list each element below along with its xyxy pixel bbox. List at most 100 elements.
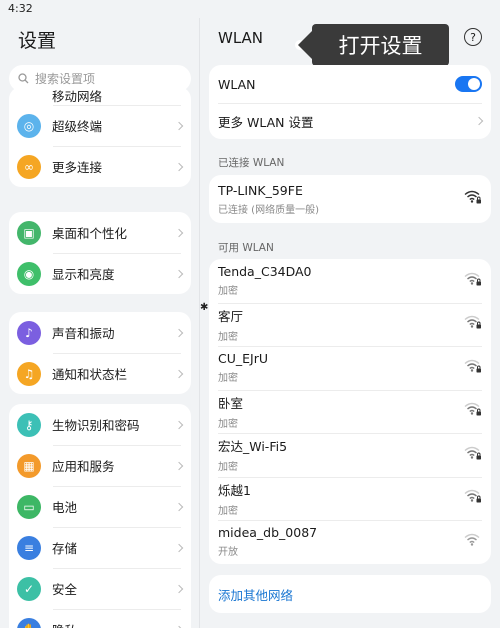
settings-item[interactable]: ✓ 安全 (9, 568, 191, 609)
search-icon (18, 73, 29, 84)
network-security: 加密 (218, 373, 238, 385)
settings-item[interactable]: ≡ 存储 (9, 527, 191, 568)
settings-item[interactable]: ◎ 超级终端 (9, 105, 191, 146)
settings-item[interactable]: ▭ 电池 (9, 486, 191, 527)
network-name: midea_db_0087 (218, 525, 318, 541)
chevron-right-icon (174, 121, 184, 130)
network-item[interactable]: midea_db_0087 开放 (209, 520, 491, 564)
settings-item[interactable]: ▣ 桌面和个性化 (9, 212, 191, 253)
settings-item-label: 移动网络 (52, 89, 103, 104)
settings-group: ♪ 声音和振动 ♫ 通知和状态栏 (9, 312, 191, 394)
more-wlan-settings[interactable]: 更多 WLAN 设置 (209, 103, 491, 139)
wlan-pane: WLAN 打开设置 ? WLAN 更多 WLAN 设置 已连接 WLAN TP-… (200, 18, 500, 628)
network-name: 客厅 (218, 308, 244, 324)
available-network-list: Tenda_C34DA0 加密 客厅 加密 CU_EJrU 加密 卧室 加密 宏达_Wi-Fi5… (209, 259, 491, 564)
chevron-right-icon (174, 228, 184, 237)
privacy-icon: ✋ (17, 617, 41, 628)
network-security: 加密 (218, 462, 238, 474)
network-item[interactable]: 客厅 加密 (209, 302, 491, 347)
chevron-right-icon (174, 369, 184, 378)
network-name: 宏达_Wi-Fi5 (218, 439, 288, 455)
wlan-toggle-row[interactable]: WLAN (209, 65, 491, 103)
settings-item-label: 显示和亮度 (52, 267, 115, 282)
network-item[interactable]: 宏达_Wi-Fi5 加密 (209, 433, 491, 477)
network-item[interactable]: 烁越1 加密 (209, 476, 491, 521)
sound-icon: ♪ (17, 320, 41, 345)
connected-header: 已连接 WLAN (218, 157, 285, 169)
settings-item[interactable]: ⚷ 生物识别和密码 (9, 404, 191, 445)
chevron-right-icon (174, 543, 184, 552)
wifi-lock-icon (464, 446, 482, 463)
network-name: 卧室 (218, 395, 244, 411)
key-icon: ⚷ (17, 412, 41, 437)
connected-card: TP-LINK_59FE 已连接 (网络质量一般) (209, 175, 491, 223)
connected-network-status: 已连接 (网络质量一般) (218, 204, 319, 216)
network-item[interactable]: CU_EJrU 加密 (209, 346, 491, 390)
settings-item-label: 通知和状态栏 (52, 367, 128, 382)
settings-item-label: 电池 (52, 500, 78, 515)
wifi-lock-icon (464, 359, 482, 376)
network-security: 开放 (218, 547, 238, 559)
settings-item-label: 桌面和个性化 (52, 226, 128, 241)
add-network-button[interactable]: 添加其他网络 (209, 575, 491, 613)
shield-icon: ✓ (17, 576, 41, 601)
desktop-icon: ▣ (17, 220, 41, 245)
network-item[interactable]: Tenda_C34DA0 加密 (209, 259, 491, 303)
settings-item[interactable]: ▦ 应用和服务 (9, 445, 191, 486)
chevron-right-icon (174, 502, 184, 511)
network-security: 加密 (218, 331, 238, 343)
chevron-right-icon (174, 461, 184, 470)
wifi-lock-icon (464, 316, 482, 333)
battery-icon: ▭ (17, 494, 41, 519)
available-header: 可用 WLAN (218, 242, 274, 254)
wifi-lock-icon (464, 403, 482, 420)
settings-item-mobile-network[interactable]: 移动网络 (9, 87, 191, 105)
settings-group: 移动网络 ◎ 超级终端 ∞ 更多连接 (9, 87, 191, 187)
wifi-lock-icon (464, 190, 482, 208)
network-security: 加密 (218, 505, 238, 517)
chevron-right-icon (174, 420, 184, 429)
wlan-toggle-card: WLAN 更多 WLAN 设置 (209, 65, 491, 139)
status-bar: 4:32 ✱ 21 (0, 0, 500, 314)
settings-item-label: 更多连接 (52, 160, 103, 175)
network-item[interactable]: 卧室 加密 (209, 389, 491, 434)
eye-icon: ◉ (17, 261, 41, 286)
wlan-switch[interactable] (455, 76, 482, 92)
chevron-right-icon (174, 269, 184, 278)
help-icon[interactable]: ? (464, 28, 482, 46)
add-network-label: 添加其他网络 (218, 587, 294, 603)
network-name: Tenda_C34DA0 (218, 264, 312, 280)
network-name: 烁越1 (218, 482, 251, 498)
status-time: 4:32 (8, 2, 33, 15)
chevron-right-icon (174, 584, 184, 593)
settings-item-label: 安全 (52, 582, 78, 597)
network-security: 加密 (218, 418, 238, 430)
settings-item[interactable]: ♪ 声音和振动 (9, 312, 191, 353)
add-network-card: 添加其他网络 (209, 575, 491, 613)
wifi-icon (464, 533, 482, 550)
settings-item[interactable]: ✋ 隐私 (9, 609, 191, 628)
link-icon: ∞ (17, 154, 41, 179)
network-name: CU_EJrU (218, 351, 268, 367)
wifi-lock-icon (464, 490, 482, 507)
settings-pane: 设置 搜索设置项 移动网络 ◎ 超级终端 ∞ 更多连接 ▣ 桌面和个性化 ◉ 显示和亮度 ♪ 声音和… (0, 18, 200, 628)
settings-group: ⚷ 生物识别和密码 ▦ 应用和服务 ▭ 电池 ≡ 存储 ✓ 安全 ✋ 隐私 (9, 404, 191, 628)
settings-item[interactable]: ∞ 更多连接 (9, 146, 191, 187)
settings-group: ▣ 桌面和个性化 ◉ 显示和亮度 (9, 212, 191, 294)
wlan-label: WLAN (218, 76, 256, 92)
connected-network[interactable]: TP-LINK_59FE 已连接 (网络质量一般) (209, 175, 491, 223)
network-security: 加密 (218, 286, 238, 298)
wifi-lock-icon (464, 272, 482, 289)
settings-item[interactable]: ♫ 通知和状态栏 (9, 353, 191, 394)
storage-icon: ≡ (17, 535, 41, 560)
bell-icon: ♫ (17, 361, 41, 386)
connected-network-name: TP-LINK_59FE (218, 182, 303, 198)
wlan-title: WLAN (218, 29, 264, 47)
settings-item-label: 隐私 (52, 620, 77, 628)
super-device-icon: ◎ (17, 113, 41, 138)
settings-item-label: 声音和振动 (52, 326, 115, 341)
open-settings-tooltip: 打开设置 (298, 24, 449, 66)
settings-item[interactable]: ◉ 显示和亮度 (9, 253, 191, 294)
chevron-right-icon (174, 162, 184, 171)
settings-item-label: 应用和服务 (52, 459, 115, 474)
